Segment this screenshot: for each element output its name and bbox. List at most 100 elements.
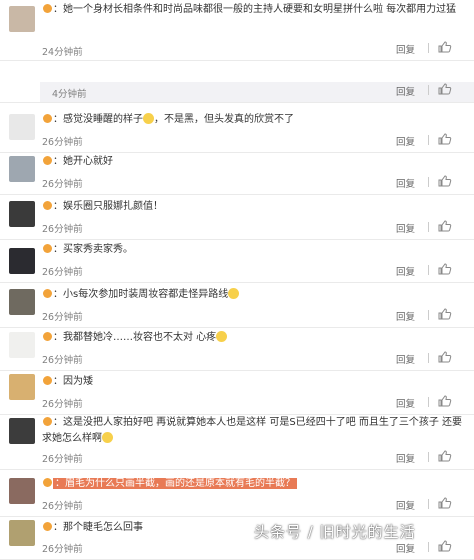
- comment-time: 26分钟前: [42, 312, 83, 323]
- like-icon[interactable]: [438, 220, 452, 232]
- reply-button[interactable]: 回复: [396, 352, 415, 366]
- comment-body: ：她一个身材长相条件和时尚品味都很一般的主持人硬要和女明星拼什么啦 每次都用力过…: [53, 4, 457, 15]
- comment-body-continued: ，不是黑，但头发真的欣赏不了: [154, 114, 294, 125]
- comment-body: ：娱乐圈只服娜扎颜值！: [53, 201, 163, 212]
- comment-divider: [0, 152, 474, 153]
- reply-button[interactable]: 回复: [396, 134, 415, 148]
- comment-text: ：因为矮: [42, 374, 464, 390]
- user-badge-icon: [43, 156, 52, 165]
- comment-text: ：买家秀卖家秀。: [42, 242, 464, 258]
- emoji-icon: [102, 432, 113, 443]
- comment-text: ：她一个身材长相条件和时尚品味都很一般的主持人硬要和女明星拼什么啦 每次都用力过…: [42, 2, 464, 18]
- divider: [428, 135, 429, 145]
- avatar[interactable]: [9, 6, 35, 32]
- emoji-icon: [143, 113, 154, 124]
- avatar[interactable]: [9, 114, 35, 140]
- reply-button[interactable]: 回复: [396, 264, 415, 278]
- comment-body: ：感觉没睡醒的样子: [53, 114, 143, 125]
- like-icon[interactable]: [438, 175, 452, 187]
- comment-divider: [0, 194, 474, 195]
- avatar[interactable]: [9, 520, 35, 546]
- comment-feed: ：她一个身材长相条件和时尚品味都很一般的主持人硬要和女明星拼什么啦 每次都用力过…: [0, 0, 474, 560]
- avatar[interactable]: [9, 332, 35, 358]
- divider: [428, 222, 429, 232]
- reply-button[interactable]: 回复: [396, 309, 415, 323]
- comment-body: ：眉毛为什么只画半截，画的还是原本就有毛的半截？: [53, 478, 297, 489]
- comment-actions: 回复: [396, 220, 464, 235]
- comment-text: ：娱乐圈只服娜扎颜值！: [42, 199, 464, 215]
- user-badge-icon: [43, 478, 52, 487]
- like-icon[interactable]: [438, 83, 452, 95]
- user-badge-icon: [43, 4, 52, 13]
- comment-text: ：她开心就好: [42, 154, 464, 170]
- like-icon[interactable]: [438, 450, 452, 462]
- like-icon[interactable]: [438, 308, 452, 320]
- reply-button[interactable]: 回复: [396, 498, 415, 512]
- avatar[interactable]: [9, 248, 35, 274]
- user-badge-icon: [43, 417, 52, 426]
- reply-button[interactable]: 回复: [396, 541, 415, 555]
- user-badge-icon: [43, 201, 52, 210]
- like-icon[interactable]: [438, 540, 452, 552]
- comment-time: 4分钟前: [52, 89, 87, 100]
- user-badge-icon: [43, 522, 52, 531]
- avatar[interactable]: [9, 289, 35, 315]
- comment-divider: [0, 516, 474, 517]
- user-badge-icon: [43, 114, 52, 123]
- reply-button[interactable]: 回复: [396, 42, 415, 56]
- comment-divider: [0, 282, 474, 283]
- divider: [428, 499, 429, 509]
- user-badge-icon: [43, 376, 52, 385]
- comment-body: ：因为矮: [53, 376, 93, 387]
- divider: [428, 452, 429, 462]
- comment-time: 26分钟前: [42, 501, 83, 512]
- user-badge-icon: [43, 244, 52, 253]
- like-icon[interactable]: [438, 497, 452, 509]
- like-icon[interactable]: [438, 41, 452, 53]
- avatar[interactable]: [9, 156, 35, 182]
- comment-time: 24分钟前: [42, 47, 83, 58]
- emoji-icon: [228, 288, 240, 299]
- comment-time: 26分钟前: [42, 179, 83, 190]
- divider: [428, 85, 429, 95]
- like-icon[interactable]: [438, 351, 452, 363]
- comment-actions: 回复: [396, 41, 464, 56]
- comment-actions: 回复: [396, 395, 464, 410]
- avatar[interactable]: [9, 374, 35, 400]
- comment-time: 26分钟前: [42, 544, 83, 555]
- like-icon[interactable]: [438, 395, 452, 407]
- comment-time: 26分钟前: [42, 454, 83, 465]
- user-badge-icon: [43, 332, 52, 341]
- reply-button[interactable]: 回复: [396, 221, 415, 235]
- comment-body: ：我都替她冷……妆容也不太对 心疼: [53, 332, 217, 343]
- divider: [428, 397, 429, 407]
- comment-actions: 回复: [396, 351, 464, 366]
- reply-button[interactable]: 回复: [396, 396, 415, 410]
- comment-actions: 回复: [396, 133, 464, 148]
- divider: [428, 43, 429, 53]
- like-icon[interactable]: [438, 133, 452, 145]
- emoji-icon: [216, 331, 228, 342]
- comment-actions: 回复: [396, 263, 464, 278]
- avatar[interactable]: [9, 201, 35, 227]
- comment-text: ：眉毛为什么只画半截，画的还是原本就有毛的半截？: [42, 476, 464, 492]
- reply-button[interactable]: 回复: [396, 451, 415, 465]
- avatar[interactable]: [9, 418, 35, 444]
- comment-body: ：小s每次参加时装周妆容都走怪异路线: [53, 289, 229, 300]
- divider: [428, 265, 429, 275]
- comment-text: ：这是没把人家拍好吧 再说就算她本人也是这样 可是S已经四十了吧 而且生了三个孩…: [42, 415, 464, 447]
- reply-button[interactable]: 回复: [396, 84, 415, 98]
- avatar[interactable]: [9, 478, 35, 504]
- user-badge-icon: [43, 289, 52, 298]
- comment-body: ：她开心就好: [53, 156, 113, 167]
- like-icon[interactable]: [438, 263, 452, 275]
- comment-time: 26分钟前: [42, 267, 83, 278]
- comment-text: ：小s每次参加时装周妆容都走怪异路线: [42, 287, 464, 303]
- comment-divider: [0, 102, 474, 103]
- comment-actions: 回复: [396, 83, 464, 98]
- reply-button[interactable]: 回复: [396, 176, 415, 190]
- comment-actions: 回复: [396, 540, 464, 555]
- watermark: 头条号 / 旧时光的生活: [254, 523, 416, 541]
- comment-actions: 回复: [396, 450, 464, 465]
- comment-text: ：我都替她冷……妆容也不太对 心疼: [42, 330, 464, 346]
